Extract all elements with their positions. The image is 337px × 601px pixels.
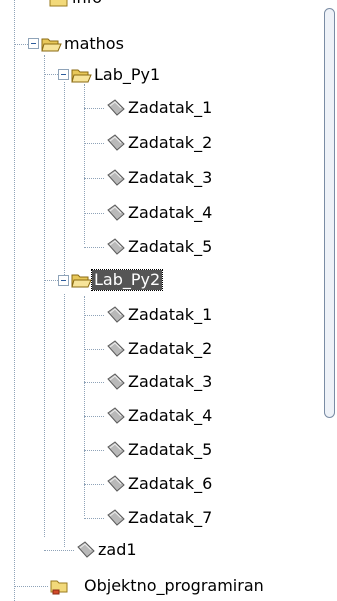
tree-line [64,294,65,547]
tree-node-lab-py2[interactable]: Lab_Py2 [70,266,164,294]
collapse-toggle-lab-py1[interactable] [58,69,69,80]
tree-node-file[interactable]: Zadatak_2 [104,129,214,157]
tree-node-file[interactable]: Zadatak_4 [104,402,214,430]
tree-node-file[interactable]: Zadatak_1 [104,301,214,329]
document-icon [107,238,125,255]
tree-line [44,74,58,75]
tree-node-mathos[interactable]: mathos [40,30,126,58]
tree-line [14,586,48,587]
tree-node-label: Zadatak_4 [128,203,213,222]
document-icon [107,509,125,526]
folder-open-icon [71,69,92,83]
tree-node-zad1[interactable]: zad1 [74,536,139,564]
project-folder-icon [50,580,68,595]
tree-line [84,143,104,144]
tree-line [84,450,104,451]
tree-line [84,315,104,316]
tree-line [84,247,104,248]
tree-node-file[interactable]: Zadatak_5 [104,436,214,464]
tree-node-label-selected: Lab_Py2 [90,269,164,291]
folder-open-icon [41,38,62,52]
tree-node-label: Zadatak_5 [128,440,213,459]
document-icon [107,475,125,492]
file-tree: info mathos Lab_Py1 Zadatak_1 Zadatak_2 [0,0,320,601]
tree-node-label: Zadatak_4 [128,406,213,425]
tree-node-label: Zadatak_5 [128,237,213,256]
tree-node-file[interactable]: Zadatak_4 [104,199,214,227]
tree-line [84,484,104,485]
document-icon [77,541,95,558]
tree-node-label: Zadatak_1 [128,305,213,324]
document-icon [107,441,125,458]
tree-line [44,280,58,281]
tree-line [84,108,104,109]
tree-node-label: Objektno_programiran [84,576,264,595]
tree-node-objektno-programiran[interactable]: Objektno_programiran [48,572,266,600]
document-icon [107,373,125,390]
tree-line [44,550,74,551]
document-icon [107,340,125,357]
tree-node-label: Zadatak_3 [128,168,213,187]
tree-node-file[interactable]: Zadatak_7 [104,504,214,532]
collapse-toggle-mathos[interactable] [28,38,39,49]
folder-open-icon [71,274,92,288]
tree-line [44,55,45,537]
tree-node-file[interactable]: Zadatak_1 [104,94,214,122]
tree-node-lab-py1[interactable]: Lab_Py1 [70,61,162,89]
tree-line [84,178,104,179]
folder-icon [49,0,68,7]
tree-node-label: info [70,0,104,8]
tree-node-file[interactable]: Zadatak_3 [104,164,214,192]
tree-node-label: mathos [64,34,124,53]
collapse-toggle-lab-py2[interactable] [58,275,69,286]
tree-node-label: Zadatak_2 [128,133,213,152]
tree-node-label: Zadatak_2 [128,339,213,358]
tree-node-label: Zadatak_7 [128,508,213,527]
document-icon [107,204,125,221]
tree-node-file[interactable]: Zadatak_3 [104,368,214,396]
tree-node-file[interactable]: Zadatak_2 [104,335,214,363]
tree-node-file[interactable]: Zadatak_5 [104,233,214,261]
tree-line [84,382,104,383]
tree-node-info[interactable]: info [48,0,104,12]
tree-node-label: Zadatak_1 [128,98,213,117]
tree-line [84,296,85,516]
tree-node-file[interactable]: Zadatak_6 [104,470,214,498]
scrollbar-thumb[interactable] [324,8,335,418]
tree-line [84,518,104,519]
tree-node-label: zad1 [98,540,137,559]
tree-node-label: Zadatak_6 [128,474,213,493]
document-icon [107,99,125,116]
tree-line [84,213,104,214]
vertical-scrollbar[interactable] [320,0,337,601]
tree-node-label: Zadatak_3 [128,372,213,391]
tree-line [84,349,104,350]
document-icon [107,407,125,424]
document-icon [107,169,125,186]
tree-line [84,416,104,417]
document-icon [107,306,125,323]
document-icon [107,134,125,151]
tree-line [64,82,65,281]
tree-line [14,0,15,601]
tree-node-label: Lab_Py1 [94,65,161,84]
